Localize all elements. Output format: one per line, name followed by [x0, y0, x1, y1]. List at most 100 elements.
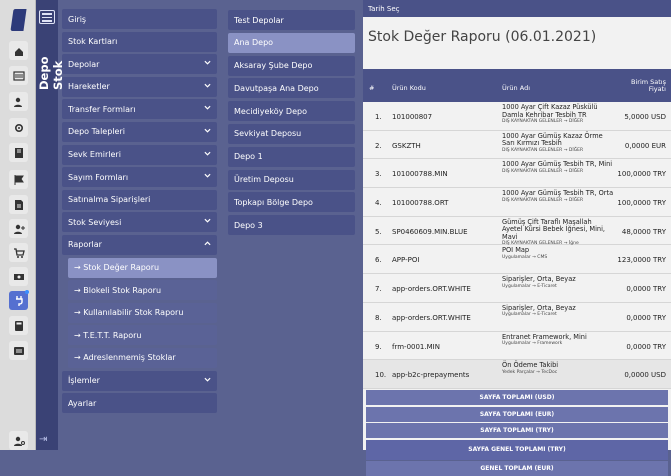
depot-item[interactable]: Depo 1	[228, 146, 355, 167]
report-subitem-3[interactable]: → Kullanılabilir Stok Raporu	[68, 302, 217, 323]
unit-price: 100,0000 TRY	[617, 170, 666, 179]
menu-item-label: Transfer Formları	[68, 104, 136, 114]
gear-icon[interactable]	[9, 118, 28, 137]
menu-toggle-icon[interactable]	[39, 10, 55, 24]
product-name: 1000 Ayar Çift Kazaz Püskülü Damla Kehri…	[502, 103, 614, 125]
product-code: 101000807	[392, 113, 433, 121]
cart-icon[interactable]	[9, 243, 28, 262]
menu-item-label: Giriş	[68, 14, 87, 24]
depot-item[interactable]: Depo 3	[228, 215, 355, 236]
table-row[interactable]: 8. app-orders.ORT.WHITE Siparişler, Orta, …	[363, 303, 671, 332]
barcode-icon[interactable]	[9, 66, 28, 85]
product-name: Siparişler, Orta, Beyaz Uygulamalar → E-T…	[502, 275, 614, 289]
menu-item-sevk-emirleri[interactable]: Sevk Emirleri	[62, 144, 217, 165]
module-title: Depo Stok	[37, 56, 65, 90]
depot-item[interactable]: Aksaray Şube Depo	[228, 55, 355, 76]
product-name: 1000 Ayar Gümüş Tesbih TR, Orta DIŞ KAYNA…	[502, 189, 614, 203]
table-row[interactable]: 6. APP-POI POI Map Uygulamalar → CMS 123,000…	[363, 245, 671, 275]
product-code: app-orders.ORT.WHITE	[392, 285, 471, 294]
product-name: POI Map Uygulamalar → CMS	[502, 247, 614, 260]
column-number: #	[369, 84, 375, 92]
ledger-icon[interactable]	[9, 143, 28, 162]
app-logo	[10, 9, 27, 31]
unit-price: 0,0000 TRY	[626, 285, 666, 294]
depot-item[interactable]: Mecidiyeköy Depo	[228, 101, 355, 122]
product-category: DIŞ KAYNAKTAN GELENLER → DİĞER	[502, 197, 584, 203]
report-subitem-2[interactable]: → Blokeli Stok Raporu	[68, 280, 217, 301]
unit-price: 123,0000 TRY	[617, 256, 666, 265]
product-code: frm-0001.MIN	[392, 342, 440, 351]
ticket-icon[interactable]	[9, 341, 28, 360]
chevron-down-icon	[204, 377, 211, 382]
user-gear-icon[interactable]	[9, 431, 28, 450]
depot-item[interactable]: Sevkiyat Deposu	[228, 123, 355, 144]
menu-item-label: Sevk Emirleri	[68, 150, 121, 160]
menu-item-transfer-formlar-[interactable]: Transfer Formları	[62, 99, 217, 120]
table-row[interactable]: 5. SP0460609.MIN.BLUE Gümüş Çift Taraflı M…	[363, 217, 671, 246]
plug-icon[interactable]	[9, 290, 29, 310]
table-row[interactable]: 4. 101000788.ORT 1000 Ayar Gümüş Tesbih TR…	[363, 188, 671, 217]
menu-item-stok-kartlar-[interactable]: Stok Kartları	[62, 31, 217, 52]
table-row[interactable]: 7. app-orders.ORT.WHITE Siparişler, Orta, …	[363, 274, 671, 303]
row-number: 2.	[375, 141, 382, 150]
flag-icon[interactable]	[9, 170, 28, 189]
menu-item-depolar[interactable]: Depolar	[62, 54, 217, 75]
chevron-down-icon	[204, 60, 211, 65]
menu-item-i-lemler[interactable]: İşlemler	[62, 370, 217, 391]
product-code: 101000788.MIN	[392, 170, 448, 179]
menu-item-label: Hareketler	[68, 82, 110, 92]
depot-item[interactable]: Üretim Deposu	[228, 169, 355, 190]
menu-item-label: Ayarlar	[68, 398, 97, 408]
menu-item-sat-nalma-sipari-leri[interactable]: Satınalma Siparişleri	[62, 189, 217, 210]
product-category: Yedek Parçalar → TecDoc	[502, 369, 558, 375]
menu-item-label: Depolar	[68, 59, 100, 69]
depot-item[interactable]: Davutpaşa Ana Depo	[228, 78, 355, 99]
menu-item-stok-seviyesi[interactable]: Stok Seviyesi	[62, 212, 217, 233]
report-subitem-5[interactable]: → Adreslenmemiş Stoklar	[68, 347, 217, 368]
column-price: Birim Satış Fiyatı	[631, 78, 666, 94]
chevron-down-icon	[204, 151, 211, 156]
depot-item[interactable]: Test Depolar	[228, 10, 355, 30]
calculator-icon[interactable]	[9, 316, 28, 335]
menu-item-giri-[interactable]: Giriş	[62, 9, 217, 29]
product-code: 101000788.ORT	[392, 199, 449, 208]
table-row[interactable]: 3. 101000788.MIN 1000 Ayar Gümüş Tesbih TR…	[363, 159, 671, 189]
depot-menu: Test Depolar Ana Depo Aksaray Şube Depo Dav…	[228, 10, 355, 238]
main-menu: Giriş Stok Kartları Depolar Hareketler Trans…	[62, 9, 217, 416]
row-number: 7.	[375, 285, 382, 294]
row-number: 5.	[375, 227, 382, 236]
date-select-bar[interactable]: Tarih Seç	[363, 0, 671, 17]
user-add-icon[interactable]	[9, 219, 28, 238]
row-number: 1.	[375, 113, 382, 121]
document-icon[interactable]	[9, 195, 28, 214]
table-row[interactable]: 2. GSKZTH 1000 Ayar Gümüş Kazaz Örme Sarı …	[363, 131, 671, 160]
app-root: Depo Stok ⇥ Giriş Stok Kartları Depolar Har…	[0, 0, 671, 476]
table-row[interactable]: 1. 101000807 1000 Ayar Çift Kazaz Püskülü …	[363, 102, 671, 131]
logout-icon[interactable]: ⇥	[39, 434, 47, 445]
module-title-strip: Depo Stok ⇥	[36, 0, 65, 450]
depot-item[interactable]: Topkapı Bölge Depo	[228, 192, 355, 213]
unit-price: 100,0000 TRY	[617, 199, 666, 208]
row-number: 3.	[375, 170, 382, 179]
chevron-up-icon	[204, 241, 211, 246]
home-icon[interactable]	[9, 41, 28, 60]
report-subitem-1[interactable]: → Stok Değer Raporu	[68, 257, 217, 278]
menu-item-say-m-formlar-[interactable]: Sayım Formları	[62, 167, 217, 188]
icon-rail	[0, 0, 36, 450]
report-subitem-4[interactable]: → T.E.T.T. Raporu	[68, 325, 217, 346]
table-row[interactable]: 10. app-b2c-prepayments Ön Ödeme Takibi Yed…	[363, 360, 671, 389]
table-row[interactable]: 9. frm-0001.MIN Entranet Framework, Mini Uy…	[363, 332, 671, 361]
menu-item-raporlar[interactable]: Raporlar	[62, 234, 217, 255]
table-header: # Ürün Kodu Ürün Adı Birim Satış Fiyatı	[363, 69, 671, 102]
chevron-down-icon	[204, 83, 211, 88]
menu-item-ayarlar[interactable]: Ayarlar	[62, 393, 217, 414]
depot-item[interactable]: Ana Depo	[228, 32, 355, 53]
money-icon[interactable]	[9, 267, 28, 286]
unit-price: 0,0000 TRY	[626, 342, 666, 351]
report-table-body: 1. 101000807 1000 Ayar Çift Kazaz Püskülü …	[363, 102, 671, 389]
user-edit-icon[interactable]	[9, 92, 28, 111]
menu-item-depo-talepleri[interactable]: Depo Talepleri	[62, 121, 217, 142]
chevron-down-icon	[204, 219, 211, 223]
unit-price: 0,0000 EUR	[624, 141, 666, 150]
menu-item-hareketler[interactable]: Hareketler	[62, 76, 217, 97]
